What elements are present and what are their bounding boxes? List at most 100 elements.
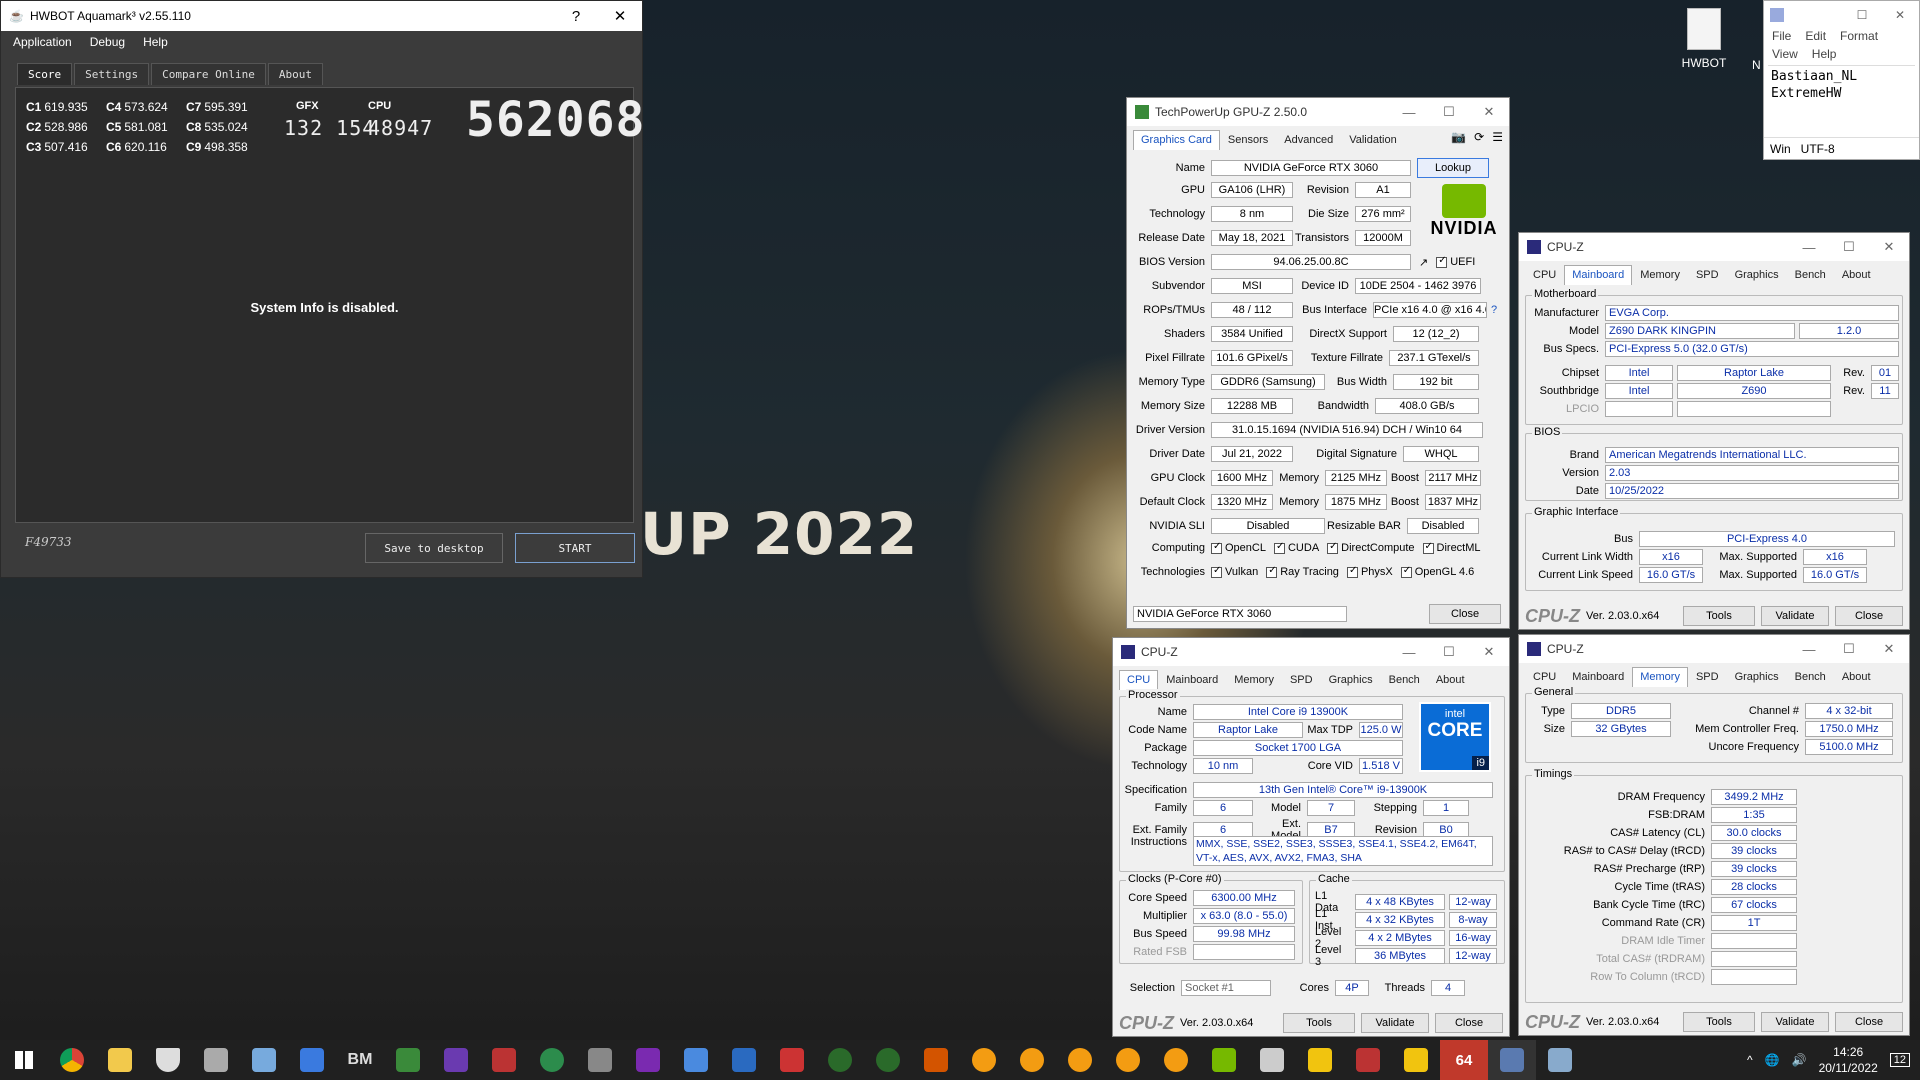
- minimize-button[interactable]: —: [1789, 240, 1829, 255]
- menu-help[interactable]: Help: [1812, 47, 1837, 61]
- cuda-checkbox[interactable]: [1273, 541, 1285, 554]
- tab-memory[interactable]: Memory: [1226, 670, 1282, 690]
- menu-format[interactable]: Format: [1840, 29, 1878, 43]
- aida-icon[interactable]: 64: [1440, 1040, 1488, 1080]
- close-button[interactable]: Close: [1835, 606, 1903, 626]
- pi-icon[interactable]: [816, 1040, 864, 1080]
- app-icon[interactable]: [480, 1040, 528, 1080]
- close-button[interactable]: ✕: [1469, 644, 1509, 660]
- menu-view[interactable]: View: [1772, 47, 1798, 61]
- vulkan-checkbox[interactable]: [1211, 565, 1222, 578]
- menu-edit[interactable]: Edit: [1805, 29, 1826, 43]
- raytracing-checkbox[interactable]: [1266, 565, 1278, 578]
- gpu-select[interactable]: NVIDIA GeForce RTX 3060: [1133, 606, 1347, 622]
- aquamark-titlebar[interactable]: ☕ HWBOT Aquamark³ v2.55.110 ? ✕: [1, 1, 642, 31]
- tab-graphics[interactable]: Graphics: [1321, 670, 1381, 690]
- refresh-icon[interactable]: ⟳: [1474, 130, 1484, 150]
- tools-button[interactable]: Tools: [1683, 606, 1755, 626]
- nvidia-icon[interactable]: [1200, 1040, 1248, 1080]
- validate-button[interactable]: Validate: [1361, 1013, 1429, 1033]
- tab-bench[interactable]: Bench: [1381, 670, 1428, 690]
- close-button[interactable]: ✕: [1869, 641, 1909, 657]
- tab-cpu[interactable]: CPU: [1119, 670, 1159, 690]
- tab-graphics[interactable]: Graphics: [1727, 667, 1787, 687]
- tab-about[interactable]: About: [1834, 265, 1879, 285]
- menu-help[interactable]: Help: [143, 35, 168, 49]
- notepad-titlebar[interactable]: ☐ ✕: [1764, 1, 1919, 29]
- app-icon[interactable]: [960, 1040, 1008, 1080]
- chevron-up-icon[interactable]: ^: [1747, 1053, 1753, 1067]
- tab-mainboard[interactable]: Mainboard: [1564, 265, 1633, 285]
- menu-debug[interactable]: Debug: [90, 35, 125, 49]
- app-icon[interactable]: [912, 1040, 960, 1080]
- minimize-button[interactable]: —: [1789, 642, 1829, 657]
- close-button[interactable]: Close: [1835, 1012, 1903, 1032]
- close-button[interactable]: ✕: [1881, 8, 1919, 22]
- help-button[interactable]: ?: [554, 8, 598, 25]
- tools-button[interactable]: Tools: [1283, 1013, 1355, 1033]
- app-icon[interactable]: [528, 1040, 576, 1080]
- app-icon[interactable]: [720, 1040, 768, 1080]
- bus-help-icon[interactable]: ?: [1491, 304, 1497, 316]
- socket-select[interactable]: Socket #1: [1181, 980, 1271, 996]
- network-icon[interactable]: 🌐: [1765, 1053, 1780, 1067]
- maximize-button[interactable]: ☐: [1843, 8, 1881, 22]
- tab-memory[interactable]: Memory: [1632, 265, 1688, 285]
- close-button[interactable]: ✕: [598, 7, 642, 25]
- menu-icon[interactable]: ☰: [1492, 130, 1503, 150]
- save-to-desktop-button[interactable]: Save to desktop: [365, 533, 503, 563]
- minimize-button[interactable]: —: [1389, 105, 1429, 120]
- app-icon[interactable]: [192, 1040, 240, 1080]
- camera-icon[interactable]: 📷: [1451, 130, 1466, 150]
- tab-about[interactable]: About: [267, 63, 323, 85]
- tab-settings[interactable]: Settings: [74, 63, 150, 85]
- tab-spd[interactable]: SPD: [1688, 265, 1727, 285]
- app-icon[interactable]: [240, 1040, 288, 1080]
- chrome-icon[interactable]: [48, 1040, 96, 1080]
- notepad-text-area[interactable]: Bastiaan_NL ExtremeHW: [1768, 65, 1915, 123]
- tab-memory[interactable]: Memory: [1632, 667, 1688, 687]
- physx-checkbox[interactable]: [1346, 565, 1358, 578]
- tab-spd[interactable]: SPD: [1688, 667, 1727, 687]
- bm-icon[interactable]: BM: [336, 1040, 384, 1080]
- start-icon[interactable]: [0, 1040, 48, 1080]
- app-icon[interactable]: [624, 1040, 672, 1080]
- close-button[interactable]: ✕: [1469, 104, 1509, 120]
- close-button[interactable]: Close: [1429, 604, 1501, 624]
- close-button[interactable]: Close: [1435, 1013, 1503, 1033]
- tab-graphics-card[interactable]: Graphics Card: [1133, 130, 1220, 150]
- cpuz-titlebar[interactable]: CPU-Z — ☐ ✕: [1519, 233, 1909, 261]
- notification-icon[interactable]: 12: [1889, 1053, 1910, 1067]
- app-icon[interactable]: [1344, 1040, 1392, 1080]
- start-button[interactable]: START: [515, 533, 635, 563]
- app-icon[interactable]: [1488, 1040, 1536, 1080]
- tab-bench[interactable]: Bench: [1787, 265, 1834, 285]
- directcompute-checkbox[interactable]: [1327, 541, 1339, 554]
- tab-mainboard[interactable]: Mainboard: [1564, 667, 1632, 687]
- tools-button[interactable]: Tools: [1683, 1012, 1755, 1032]
- tab-score[interactable]: Score: [17, 63, 73, 85]
- cpuz-titlebar[interactable]: CPU-Z — ☐ ✕: [1113, 638, 1509, 666]
- validate-button[interactable]: Validate: [1761, 606, 1829, 626]
- maximize-button[interactable]: ☐: [1429, 644, 1469, 660]
- tab-bench[interactable]: Bench: [1787, 667, 1834, 687]
- cpuz-icon[interactable]: [432, 1040, 480, 1080]
- desktop-icon-hwbot[interactable]: HWBOT: [1676, 8, 1732, 70]
- app-icon[interactable]: [1392, 1040, 1440, 1080]
- tab-validation[interactable]: Validation: [1341, 130, 1405, 150]
- directml-checkbox[interactable]: [1422, 541, 1434, 554]
- volume-icon[interactable]: 🔊: [1792, 1053, 1807, 1067]
- validate-button[interactable]: Validate: [1761, 1012, 1829, 1032]
- tab-about[interactable]: About: [1834, 667, 1879, 687]
- app-icon[interactable]: [1104, 1040, 1152, 1080]
- app-icon[interactable]: [1248, 1040, 1296, 1080]
- app-icon[interactable]: [1008, 1040, 1056, 1080]
- app-icon[interactable]: [768, 1040, 816, 1080]
- pi-icon[interactable]: [864, 1040, 912, 1080]
- tab-about[interactable]: About: [1428, 670, 1473, 690]
- clock[interactable]: 14:26 20/11/2022: [1819, 1044, 1878, 1076]
- app-icon[interactable]: [1536, 1040, 1584, 1080]
- minimize-button[interactable]: —: [1389, 645, 1429, 660]
- gpuz-icon[interactable]: [384, 1040, 432, 1080]
- uefi-checkbox[interactable]: [1436, 255, 1448, 268]
